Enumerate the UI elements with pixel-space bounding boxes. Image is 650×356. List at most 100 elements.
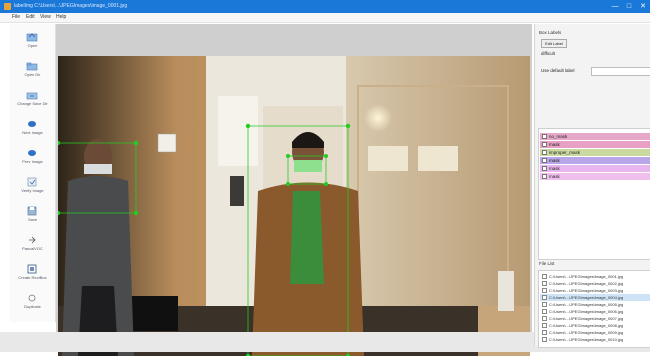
file-name: C:\Users\...\JPEGImages\image_0009.jpg [549, 330, 624, 335]
default-label-input[interactable] [591, 67, 650, 76]
box-labels-title: Box Labels [539, 30, 562, 35]
file-checkbox[interactable] [542, 295, 547, 300]
label-checkbox[interactable] [542, 142, 547, 147]
change-save-dir-icon [26, 92, 38, 100]
file-list-item[interactable]: C:\Users\...\JPEGImages\image_0009.jpg [540, 329, 650, 336]
label-item[interactable]: no_mask [540, 133, 650, 140]
prev-image-button[interactable]: Prev Image [10, 146, 55, 169]
menu-edit[interactable]: Edit [26, 14, 35, 20]
file-name: C:\Users\...\JPEGImages\image_0010.jpg [549, 337, 624, 342]
duplicate-label: Duplicate [24, 304, 41, 309]
create-rectbox-icon [27, 264, 37, 274]
difficult-checkbox[interactable]: difficult [541, 51, 555, 56]
file-list: C:\Users\...\JPEGImages\image_0001.jpg C… [538, 270, 650, 348]
format-label: PascalVOC [22, 246, 43, 251]
file-list-item[interactable]: C:\Users\...\JPEGImages\image_0003.jpg [540, 287, 650, 294]
label-item[interactable]: mask [540, 173, 650, 180]
verify-image-icon [27, 177, 37, 187]
file-list-item-selected[interactable]: C:\Users\...\JPEGImages\image_0004.jpg [540, 294, 650, 301]
duplicate-icon [28, 294, 36, 302]
label-item[interactable]: mask [540, 157, 650, 164]
menu-bar: File Edit View Help [0, 13, 650, 23]
file-list-item[interactable]: C:\Users\...\JPEGImages\image_0005.jpg [540, 301, 650, 308]
format-button[interactable]: PascalVOC [10, 233, 55, 256]
file-list-item[interactable]: C:\Users\...\JPEGImages\image_0007.jpg [540, 315, 650, 322]
file-checkbox[interactable] [542, 281, 547, 286]
change-save-dir-label: Change Save Dir [17, 101, 48, 106]
file-list-item[interactable]: C:\Users\...\JPEGImages\image_0006.jpg [540, 308, 650, 315]
file-name: C:\Users\...\JPEGImages\image_0001.jpg [549, 274, 624, 279]
file-list-item[interactable]: C:\Users\...\JPEGImages\image_0010.jpg [540, 336, 650, 343]
file-name: C:\Users\...\JPEGImages\image_0005.jpg [549, 302, 624, 307]
minimize-button[interactable]: — [608, 0, 622, 13]
label-checkbox[interactable] [542, 150, 547, 155]
file-checkbox[interactable] [542, 337, 547, 342]
file-checkbox[interactable] [542, 288, 547, 293]
save-label: Save [27, 217, 38, 222]
file-checkbox[interactable] [542, 330, 547, 335]
file-name: C:\Users\...\JPEGImages\image_0008.jpg [549, 323, 624, 328]
window-title: labelImg C:\Users\...\JPEGImages\image_0… [14, 3, 128, 9]
next-image-label: Next Image [22, 130, 43, 135]
file-checkbox[interactable] [542, 302, 547, 307]
label-checkbox[interactable] [542, 134, 547, 139]
file-name: C:\Users\...\JPEGImages\image_0002.jpg [549, 281, 624, 286]
next-image-icon [28, 121, 36, 127]
save-button[interactable]: Save [10, 204, 55, 227]
prev-image-label: Prev Image [22, 159, 43, 164]
label-text: no_mask [549, 134, 568, 139]
label-checkbox[interactable] [542, 166, 547, 171]
file-checkbox[interactable] [542, 316, 547, 321]
file-list-title: File List [539, 261, 555, 266]
verify-image-button[interactable]: Verify Image [10, 175, 55, 198]
open-dir-button[interactable]: Open Dir [10, 59, 55, 82]
label-item[interactable]: mask [540, 165, 650, 172]
open-dir-label: Open Dir [24, 72, 41, 77]
open-label: Open [27, 43, 38, 48]
label-text: mask [549, 166, 560, 171]
file-checkbox[interactable] [542, 323, 547, 328]
save-icon [27, 206, 37, 216]
label-item[interactable]: mask [540, 141, 650, 148]
create-rectbox-button[interactable]: Create RectBox [10, 262, 55, 285]
duplicate-button[interactable]: Duplicate [10, 291, 55, 314]
file-name: C:\Users\...\JPEGImages\image_0003.jpg [549, 288, 624, 293]
label-checkbox[interactable] [542, 158, 547, 163]
left-toolbar: Open Open Dir Change Save Dir Next Image… [10, 24, 56, 322]
file-name: C:\Users\...\JPEGImages\image_0006.jpg [549, 309, 624, 314]
next-image-button[interactable]: Next Image [10, 117, 55, 140]
label-text: mask [549, 142, 560, 147]
menu-view[interactable]: View [40, 14, 51, 20]
maximize-button[interactable]: □ [622, 0, 636, 13]
menu-file[interactable]: File [12, 14, 20, 20]
app-icon [4, 3, 11, 10]
file-checkbox[interactable] [542, 274, 547, 279]
label-checkbox[interactable] [542, 174, 547, 179]
file-name: C:\Users\...\JPEGImages\image_0004.jpg [549, 295, 624, 300]
file-list-item[interactable]: C:\Users\...\JPEGImages\image_0008.jpg [540, 322, 650, 329]
create-rectbox-label: Create RectBox [18, 275, 47, 280]
default-label-checkbox[interactable]: Use default label [541, 68, 575, 73]
edit-label-button[interactable]: Edit Label [541, 39, 567, 48]
label-item[interactable]: improper_mask [540, 149, 650, 156]
file-checkbox[interactable] [542, 309, 547, 314]
annotated-photo [58, 56, 530, 356]
image-canvas[interactable] [56, 24, 532, 356]
close-button[interactable]: ✕ [636, 0, 650, 13]
label-list: no_mask mask improper_mask mask mask mas… [538, 128, 650, 260]
open-icon [26, 33, 38, 42]
open-dir-icon [26, 62, 38, 71]
right-panel: Box Labels Edit Label difficult Use defa… [534, 24, 650, 348]
file-name: C:\Users\...\JPEGImages\image_0007.jpg [549, 316, 624, 321]
open-button[interactable]: Open [10, 30, 55, 53]
change-save-dir-button[interactable]: Change Save Dir [10, 88, 55, 111]
label-text: mask [549, 174, 560, 179]
menu-help[interactable]: Help [56, 14, 66, 20]
file-list-item[interactable]: C:\Users\...\JPEGImages\image_0001.jpg [540, 273, 650, 280]
file-list-item[interactable]: C:\Users\...\JPEGImages\image_0002.jpg [540, 280, 650, 287]
label-text: mask [549, 158, 560, 163]
label-text: improper_mask [549, 150, 581, 155]
prev-image-icon [28, 150, 36, 156]
verify-image-label: Verify Image [21, 188, 44, 193]
format-icon [29, 236, 36, 244]
